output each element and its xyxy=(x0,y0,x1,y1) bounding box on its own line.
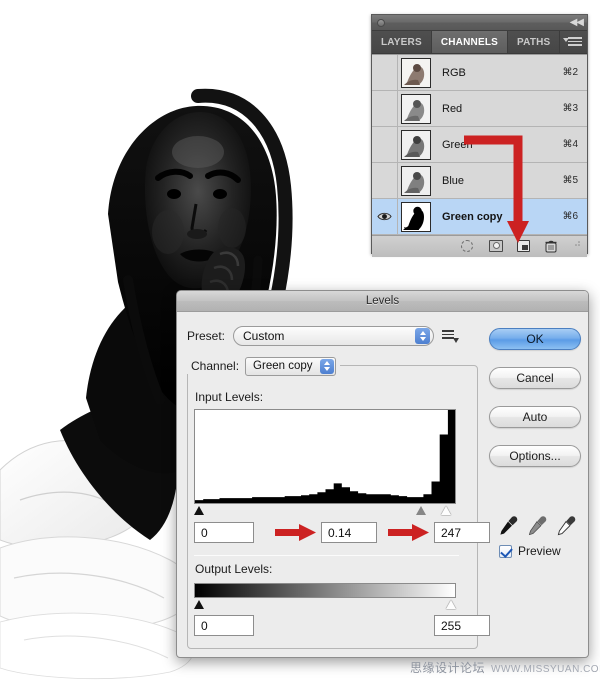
output-levels-label: Output Levels: xyxy=(195,562,273,576)
channel-value: Green copy xyxy=(253,360,313,372)
load-selection-icon[interactable] xyxy=(461,239,475,254)
input-levels-label: Input Levels: xyxy=(195,390,264,404)
channel-row: Channel: Green copy xyxy=(187,356,340,376)
preset-label: Preset: xyxy=(187,329,226,343)
visibility-toggle-rgb[interactable] xyxy=(372,55,398,90)
cancel-button[interactable]: Cancel xyxy=(489,367,581,389)
highlight-input[interactable]: 247 xyxy=(434,522,490,543)
channel-dropdown[interactable]: Green copy xyxy=(245,356,336,376)
channel-name: Blue xyxy=(442,174,465,187)
visibility-toggle-red[interactable] xyxy=(372,91,398,126)
delete-channel-icon[interactable] xyxy=(545,240,559,254)
output-white-input[interactable]: 255 xyxy=(434,615,490,636)
output-levels-ramp xyxy=(194,583,456,598)
tab-channels[interactable]: CHANNELS xyxy=(431,31,509,53)
photoshop-screenshot: ◀◀ LAYERS CHANNELS PATHS RGB ⌘2 Red ⌘3 G… xyxy=(0,0,600,681)
channel-thumbnail-green-copy xyxy=(401,201,431,232)
channel-shortcut: ⌘5 xyxy=(562,175,578,186)
output-black-input[interactable]: 0 xyxy=(194,615,254,636)
channels-panel[interactable]: ◀◀ LAYERS CHANNELS PATHS RGB ⌘2 Red ⌘3 G… xyxy=(371,14,588,257)
gamma-value-arrow xyxy=(275,524,316,541)
output-black-marker[interactable] xyxy=(194,600,204,609)
panel-tab-row[interactable]: LAYERS CHANNELS PATHS xyxy=(372,31,587,54)
channel-shortcut: ⌘2 xyxy=(562,67,578,78)
preview-row[interactable]: Preview xyxy=(499,544,561,558)
watermark: 思缘设计论坛 WWW.MISSYUAN.COM xyxy=(410,659,600,676)
panel-menu-icon[interactable] xyxy=(563,37,582,48)
white-point-eyedropper-icon[interactable] xyxy=(557,516,576,536)
channel-thumbnail-green xyxy=(401,129,431,160)
channel-shortcut: ⌘4 xyxy=(562,139,578,150)
levels-dialog[interactable]: Levels Preset: Custom Channel: Green cop… xyxy=(176,290,589,658)
collapse-arrows-icon[interactable]: ◀◀ xyxy=(570,16,584,30)
input-levels-slider[interactable] xyxy=(194,505,456,519)
channel-name: RGB xyxy=(442,66,466,79)
tab-layers[interactable]: LAYERS xyxy=(372,31,432,53)
ok-button[interactable]: OK xyxy=(489,328,581,350)
highlight-value-arrow xyxy=(388,524,429,541)
channel-name: Green copy xyxy=(442,210,503,223)
visibility-toggle-green-copy[interactable] xyxy=(372,199,398,234)
preview-label: Preview xyxy=(518,544,561,558)
channel-row-green-copy[interactable]: Green copy ⌘6 xyxy=(372,199,587,235)
visibility-toggle-blue[interactable] xyxy=(372,163,398,198)
channel-list[interactable]: RGB ⌘2 Red ⌘3 Green ⌘4 Blue ⌘5 Green cop… xyxy=(372,54,587,235)
channels-panel-footer[interactable] xyxy=(372,235,587,257)
preset-options-icon[interactable] xyxy=(442,330,460,343)
black-point-eyedropper-icon[interactable] xyxy=(499,516,518,536)
channel-thumbnail-red xyxy=(401,93,431,124)
new-channel-icon[interactable] xyxy=(517,239,531,254)
channel-thumbnail-blue xyxy=(401,165,431,196)
highlight-slider-marker[interactable] xyxy=(441,506,451,515)
eye-icon xyxy=(377,212,392,221)
channel-label: Channel: xyxy=(191,359,240,373)
panel-titlebar[interactable]: ◀◀ xyxy=(372,15,587,31)
preset-dropdown[interactable]: Custom xyxy=(233,326,435,346)
channel-shortcut: ⌘3 xyxy=(562,103,578,114)
auto-button[interactable]: Auto xyxy=(489,406,581,428)
output-levels-fields: 0 255 xyxy=(194,615,490,637)
levels-dialog-title: Levels xyxy=(177,291,588,312)
gamma-slider-marker[interactable] xyxy=(416,506,426,515)
options-button[interactable]: Options... xyxy=(489,445,581,467)
eyedropper-group[interactable] xyxy=(499,512,585,536)
trash-icon xyxy=(545,240,557,252)
section-divider xyxy=(194,555,459,556)
input-levels-fields: 0 0.14 247 xyxy=(194,522,490,544)
channel-row-rgb[interactable]: RGB ⌘2 xyxy=(372,55,587,91)
save-selection-as-channel-icon[interactable] xyxy=(489,239,503,254)
panel-dot-icon xyxy=(377,19,385,27)
watermark-chinese: 思缘设计论坛 xyxy=(410,661,486,675)
watermark-url: WWW.MISSYUAN.COM xyxy=(491,664,600,675)
levels-dialog-body: Preset: Custom Channel: Green copy Input… xyxy=(177,312,588,657)
output-levels-slider[interactable] xyxy=(194,599,456,612)
histogram xyxy=(194,409,456,504)
output-white-marker[interactable] xyxy=(446,600,456,609)
channel-row-blue[interactable]: Blue ⌘5 xyxy=(372,163,587,199)
visibility-toggle-green[interactable] xyxy=(372,127,398,162)
channel-row-green[interactable]: Green ⌘4 xyxy=(372,127,587,163)
preset-row: Preset: Custom xyxy=(187,326,460,346)
preview-checkbox[interactable] xyxy=(499,544,512,558)
preset-value: Custom xyxy=(243,329,285,343)
channel-name: Green xyxy=(442,138,473,151)
tab-paths[interactable]: PATHS xyxy=(508,31,561,53)
shadow-slider-marker[interactable] xyxy=(194,506,204,515)
channel-name: Red xyxy=(442,102,463,115)
channel-row-red[interactable]: Red ⌘3 xyxy=(372,91,587,127)
channel-shortcut: ⌘6 xyxy=(562,211,578,222)
channel-thumbnail-rgb xyxy=(401,57,431,88)
shadow-input[interactable]: 0 xyxy=(194,522,254,543)
chevron-updown-icon[interactable] xyxy=(319,358,334,374)
chevron-updown-icon[interactable] xyxy=(415,328,431,344)
panel-resize-grip[interactable] xyxy=(573,240,581,254)
gamma-input[interactable]: 0.14 xyxy=(321,522,377,543)
gray-point-eyedropper-icon[interactable] xyxy=(528,516,547,536)
